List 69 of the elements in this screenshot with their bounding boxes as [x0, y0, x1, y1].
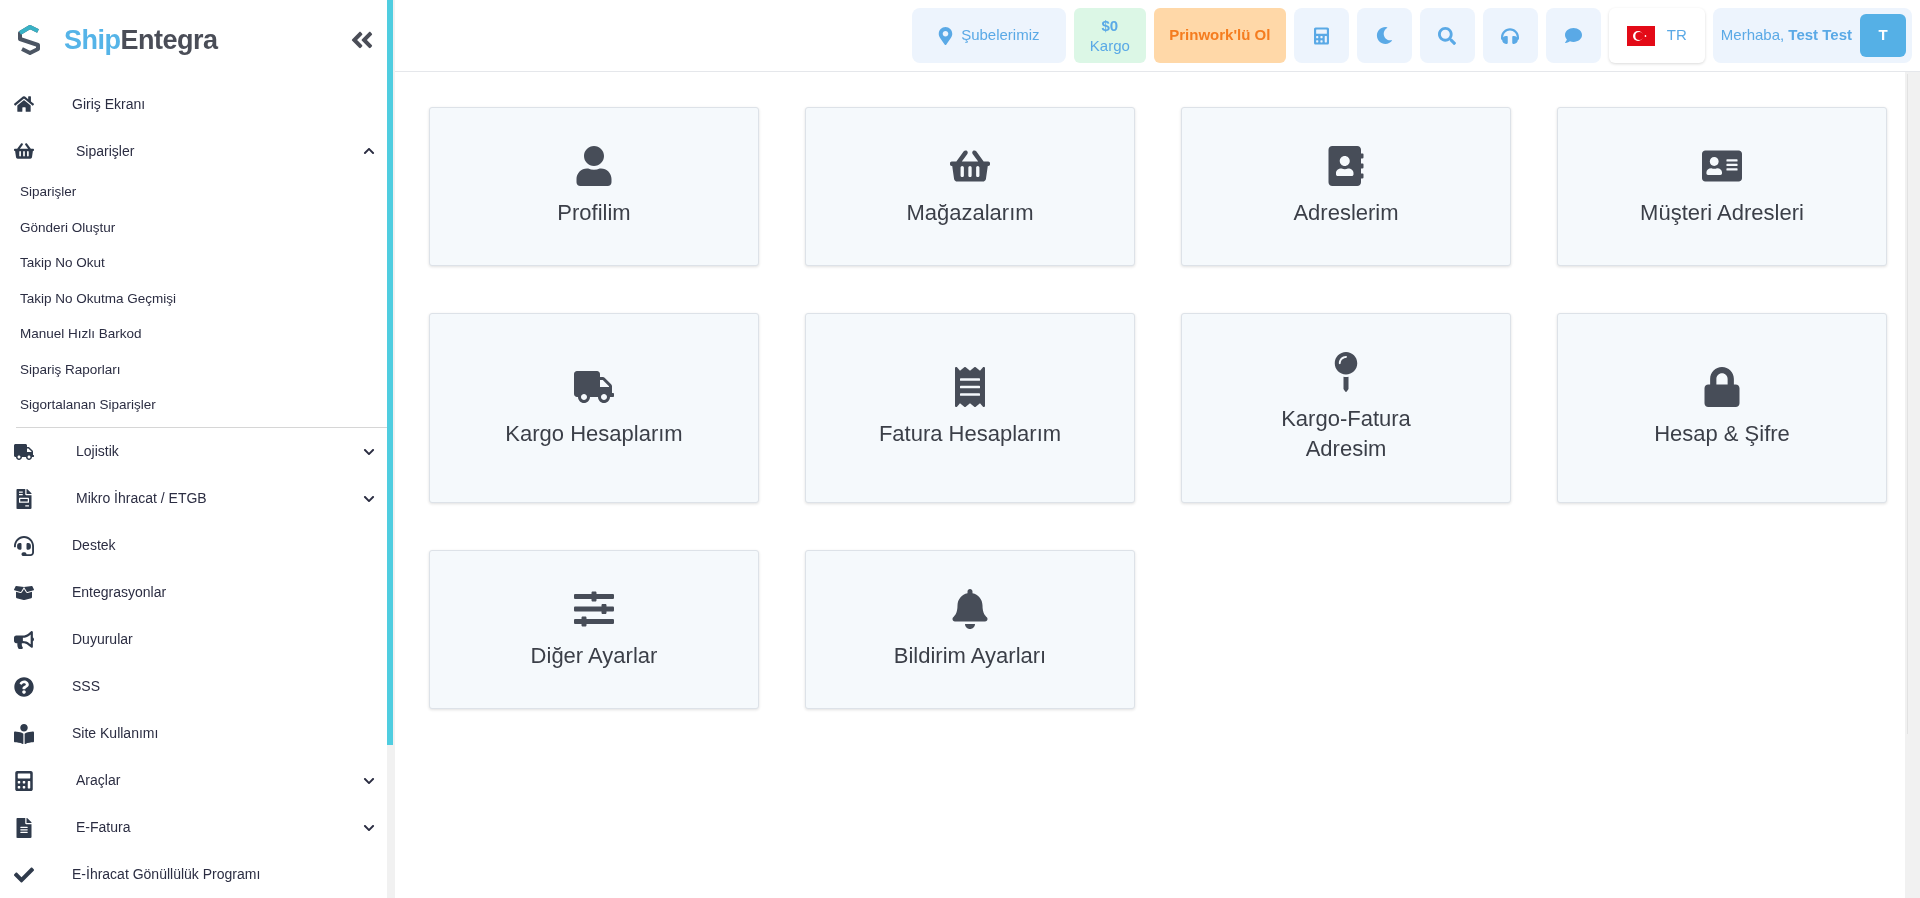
- card-title: Kargo-Fatura Adresim: [1280, 405, 1412, 463]
- card-title: Fatura Hesaplarım: [878, 420, 1062, 448]
- submenu-item[interactable]: Manuel Hızlı Barkod: [16, 316, 387, 352]
- file-icon: [14, 817, 34, 838]
- bell-icon: [950, 588, 990, 629]
- user-icon: [574, 145, 614, 186]
- logo-text: ShipEntegra: [64, 24, 218, 57]
- dark-mode-button[interactable]: [1356, 8, 1412, 63]
- question-icon: [14, 676, 34, 697]
- address-book-icon: [1326, 145, 1366, 186]
- card-title: Mağazalarım: [906, 198, 1034, 227]
- card-title: Müşteri Adresleri: [1640, 198, 1804, 227]
- card-title: Kargo Hesaplarım: [505, 420, 683, 448]
- support-button[interactable]: [1482, 8, 1538, 63]
- settings-card[interactable]: Diğer Ayarlar: [429, 550, 759, 709]
- calculator-icon: [1313, 26, 1329, 45]
- settings-card[interactable]: Fatura Hesaplarım: [805, 313, 1135, 503]
- sidebar-item[interactable]: Araçlar: [0, 757, 387, 804]
- submenu-item[interactable]: Takip No Okutma Geçmişi: [16, 281, 387, 317]
- basket-icon: [14, 141, 34, 161]
- sidebar-item[interactable]: Destek: [0, 522, 387, 569]
- sidebar-item[interactable]: Entegrasyonlar: [0, 569, 387, 616]
- card-title: Hesap & Şifre: [1654, 420, 1790, 448]
- sidebar-item[interactable]: E-İhracat Gönüllülük Programı: [0, 851, 387, 898]
- lock-icon: [1702, 367, 1742, 407]
- settings-card[interactable]: Bildirim Ayarları: [805, 550, 1135, 709]
- home-icon: [14, 94, 34, 114]
- settings-card[interactable]: Müşteri Adresleri: [1557, 107, 1887, 266]
- submenu-item[interactable]: Gönderi Oluştur: [16, 210, 387, 246]
- settings-card[interactable]: Adreslerim: [1181, 107, 1511, 266]
- settings-card[interactable]: Mağazalarım: [805, 107, 1135, 266]
- submenu-item[interactable]: Sigortalanan Siparişler: [16, 387, 387, 423]
- avatar: T: [1860, 14, 1906, 57]
- moon-icon: [1375, 27, 1393, 44]
- sidebar-item[interactable]: Lojistik: [0, 428, 387, 475]
- truck-icon: [14, 441, 34, 462]
- settings-card[interactable]: Hesap & Şifre: [1557, 313, 1887, 503]
- chevron-up-icon: [363, 145, 375, 157]
- card-title: Adreslerim: [1293, 198, 1399, 227]
- card-title: Bildirim Ayarları: [893, 641, 1047, 670]
- submenu-item[interactable]: Siparişler: [16, 174, 387, 210]
- chat-button[interactable]: [1545, 8, 1601, 63]
- search-icon: [1438, 26, 1457, 45]
- document-icon: [14, 488, 34, 509]
- settings-card[interactable]: Kargo-Fatura Adresim: [1181, 313, 1511, 503]
- sidebar-item[interactable]: Site Kullanımı: [0, 710, 387, 757]
- map-marker-icon: [938, 26, 954, 45]
- reader-icon: [14, 723, 34, 744]
- card-title: Diğer Ayarlar: [530, 641, 658, 670]
- flag-icon: [1626, 25, 1655, 46]
- chat-icon: [1563, 27, 1583, 44]
- search-button[interactable]: [1419, 8, 1475, 63]
- sidebar-item[interactable]: Duyurular: [0, 616, 387, 663]
- submenu-item[interactable]: Takip No Okut: [16, 245, 387, 281]
- sidebar-item[interactable]: Siparişler: [0, 127, 387, 175]
- greeting-text: Merhaba, Test Test: [1720, 25, 1852, 46]
- card-title: Profilim: [557, 198, 631, 227]
- sidebar-item[interactable]: Giriş Ekranı: [0, 80, 387, 128]
- headset-icon: [14, 535, 34, 556]
- settings-card[interactable]: Kargo Hesaplarım: [429, 313, 759, 503]
- sidebar-item[interactable]: Mikro İhracat / ETGB: [0, 475, 387, 522]
- submenu-item[interactable]: Sipariş Raporları: [16, 352, 387, 388]
- sidebar-item[interactable]: E-Fatura: [0, 804, 387, 851]
- sidebar-item[interactable]: SSS: [0, 663, 387, 710]
- settings-card[interactable]: Profilim: [429, 107, 759, 266]
- calculator-icon: [14, 770, 34, 791]
- headphones-icon: [1501, 26, 1520, 45]
- megaphone-icon: [14, 629, 34, 650]
- calculator-button[interactable]: [1293, 8, 1349, 63]
